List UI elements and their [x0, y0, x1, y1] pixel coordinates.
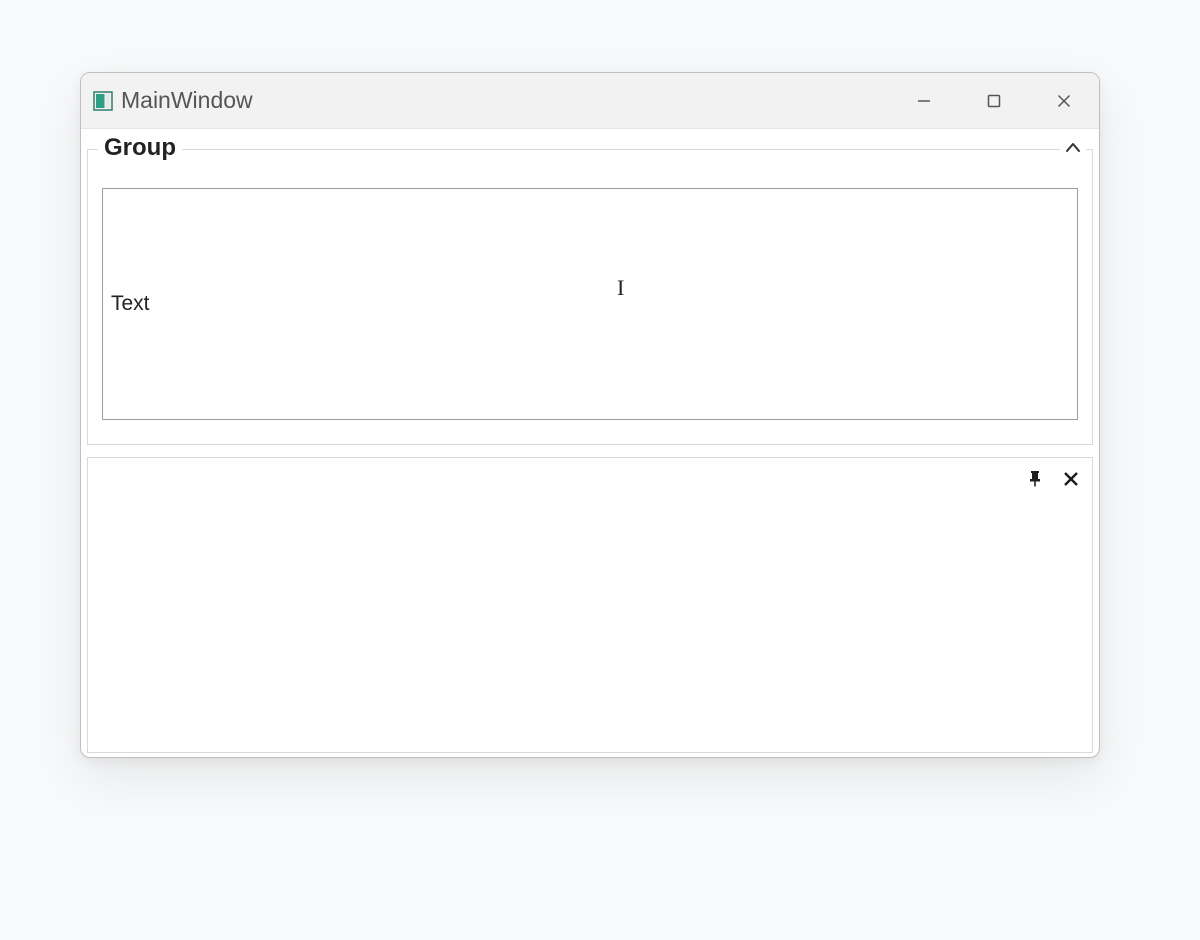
dock-panel — [87, 457, 1093, 753]
window-title: MainWindow — [121, 87, 253, 114]
main-window: MainWindow Group — [80, 72, 1100, 758]
group-box: Group Text I — [87, 149, 1093, 445]
group-title: Group — [98, 134, 182, 162]
group-header: Group — [98, 134, 1086, 162]
app-icon — [93, 91, 113, 111]
dock-panel-controls — [1024, 468, 1082, 490]
text-input[interactable]: Text I — [102, 188, 1078, 420]
window-controls — [889, 73, 1099, 128]
text-cursor-icon: I — [617, 275, 624, 301]
close-button[interactable] — [1029, 73, 1099, 128]
minimize-button[interactable] — [889, 73, 959, 128]
group-collapse-button[interactable] — [1060, 139, 1086, 157]
close-panel-button[interactable] — [1060, 468, 1082, 490]
title-bar[interactable]: MainWindow — [81, 73, 1099, 129]
client-area: Group Text I — [81, 129, 1099, 757]
text-input-value: Text — [111, 292, 150, 316]
pin-button[interactable] — [1024, 468, 1046, 490]
maximize-button[interactable] — [959, 73, 1029, 128]
